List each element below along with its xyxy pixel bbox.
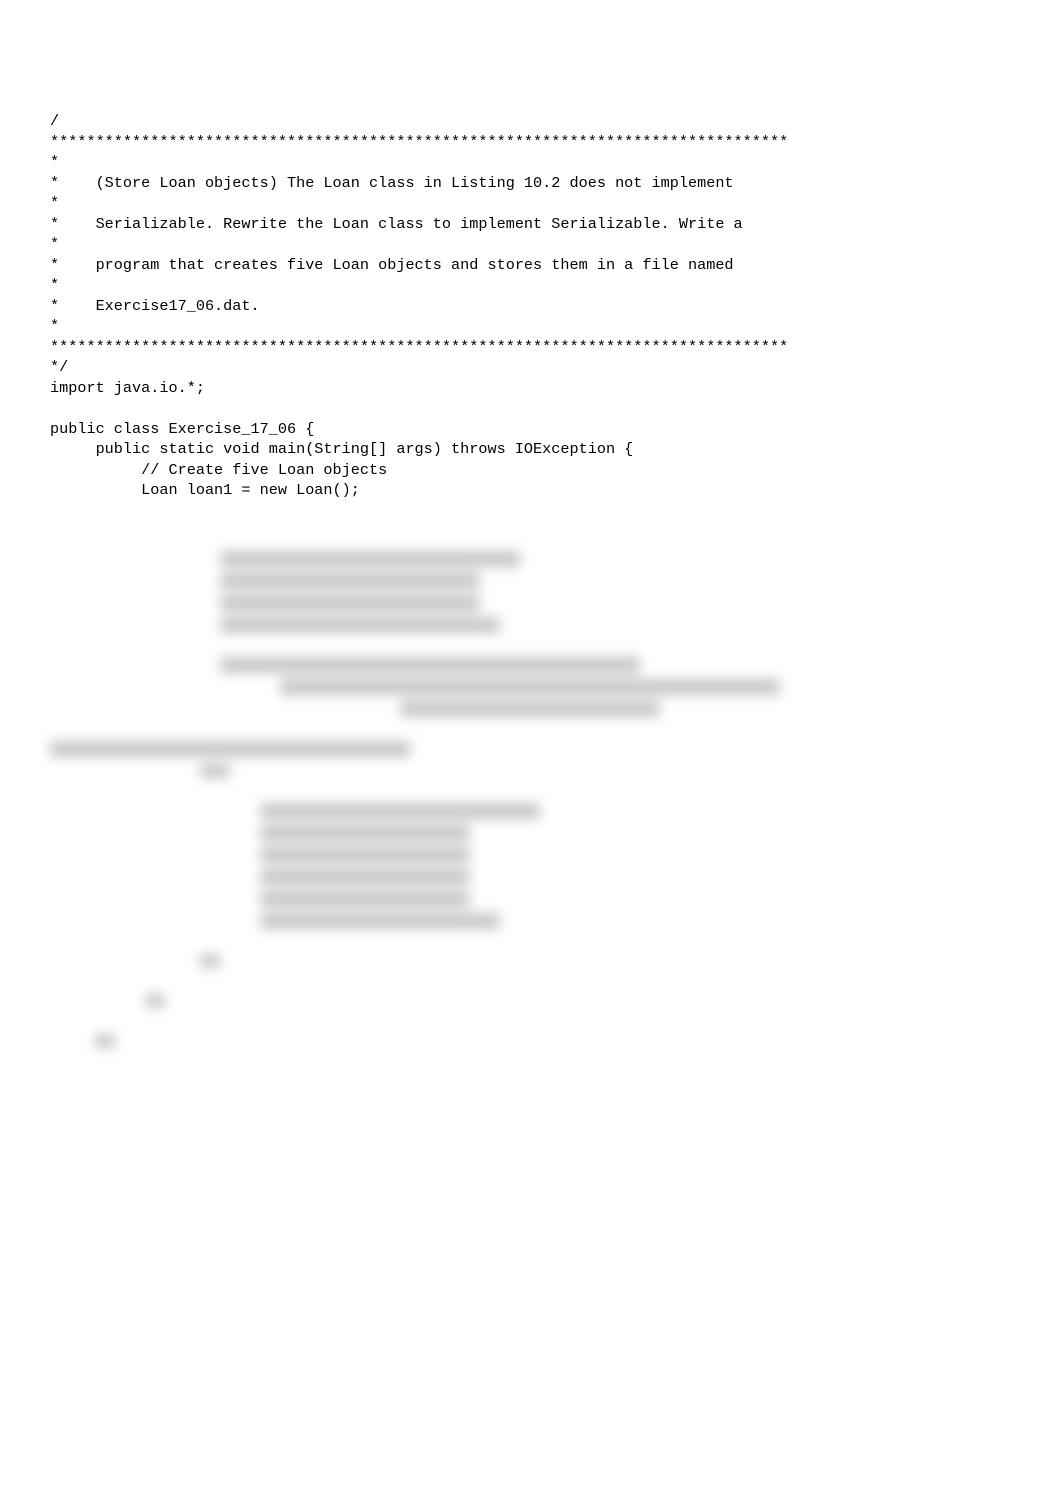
blurred-line xyxy=(50,760,1012,782)
blurred-group xyxy=(50,800,1012,932)
code-line: // Create five Loan objects xyxy=(50,460,1012,481)
blurred-line xyxy=(50,888,1012,910)
blur-bar xyxy=(145,994,165,1008)
blurred-group xyxy=(50,950,1012,972)
blur-bar xyxy=(95,1034,115,1048)
blurred-code-region xyxy=(50,548,1012,1052)
blurred-line xyxy=(50,570,1012,592)
blurred-line xyxy=(50,654,1012,676)
blurred-line xyxy=(50,822,1012,844)
code-line: import java.io.*; xyxy=(50,378,1012,399)
code-line: */ xyxy=(50,357,1012,378)
blurred-line xyxy=(50,738,1012,760)
code-line: public class Exercise_17_06 { xyxy=(50,419,1012,440)
blur-bar xyxy=(220,595,480,611)
blur-bar xyxy=(220,551,520,567)
document-page: /***************************************… xyxy=(0,0,1062,1122)
code-line: ****************************************… xyxy=(50,337,1012,358)
blur-bar xyxy=(220,657,640,673)
blurred-group xyxy=(50,990,1012,1012)
code-line xyxy=(50,398,1012,419)
blurred-line xyxy=(50,698,1012,720)
blurred-line xyxy=(50,866,1012,888)
blurred-line xyxy=(50,990,1012,1012)
blur-bar xyxy=(200,954,220,968)
blur-bar xyxy=(260,891,470,907)
blur-bar xyxy=(260,847,470,863)
blurred-line xyxy=(50,844,1012,866)
blurred-line xyxy=(50,950,1012,972)
blur-bar xyxy=(280,679,780,695)
blurred-group xyxy=(50,738,1012,782)
blurred-line xyxy=(50,614,1012,636)
code-line: * Exercise17_06.dat. xyxy=(50,296,1012,317)
code-line: * xyxy=(50,152,1012,173)
blur-bar xyxy=(50,741,410,757)
blur-bar xyxy=(220,573,480,589)
code-line: * xyxy=(50,234,1012,255)
blur-bar xyxy=(260,869,470,885)
code-line: * Serializable. Rewrite the Loan class t… xyxy=(50,214,1012,235)
blurred-line xyxy=(50,1030,1012,1052)
blur-bar xyxy=(260,825,470,841)
code-line: * (Store Loan objects) The Loan class in… xyxy=(50,173,1012,194)
code-line: Loan loan1 = new Loan(); xyxy=(50,480,1012,501)
blurred-line xyxy=(50,548,1012,570)
blurred-line xyxy=(50,676,1012,698)
blurred-line xyxy=(50,800,1012,822)
code-line: * xyxy=(50,316,1012,337)
blur-bar xyxy=(200,764,230,778)
code-line: * xyxy=(50,193,1012,214)
blur-bar xyxy=(220,617,500,633)
blurred-group xyxy=(50,654,1012,720)
code-line: / xyxy=(50,111,1012,132)
blurred-line xyxy=(50,910,1012,932)
code-line: public static void main(String[] args) t… xyxy=(50,439,1012,460)
code-line: * program that creates five Loan objects… xyxy=(50,255,1012,276)
blur-bar xyxy=(400,701,660,717)
code-line: ****************************************… xyxy=(50,132,1012,153)
blurred-group xyxy=(50,548,1012,636)
blur-bar xyxy=(260,913,500,929)
code-line: * xyxy=(50,275,1012,296)
code-block: /***************************************… xyxy=(50,111,1012,501)
blur-bar xyxy=(260,803,540,819)
blurred-group xyxy=(50,1030,1012,1052)
blurred-line xyxy=(50,592,1012,614)
